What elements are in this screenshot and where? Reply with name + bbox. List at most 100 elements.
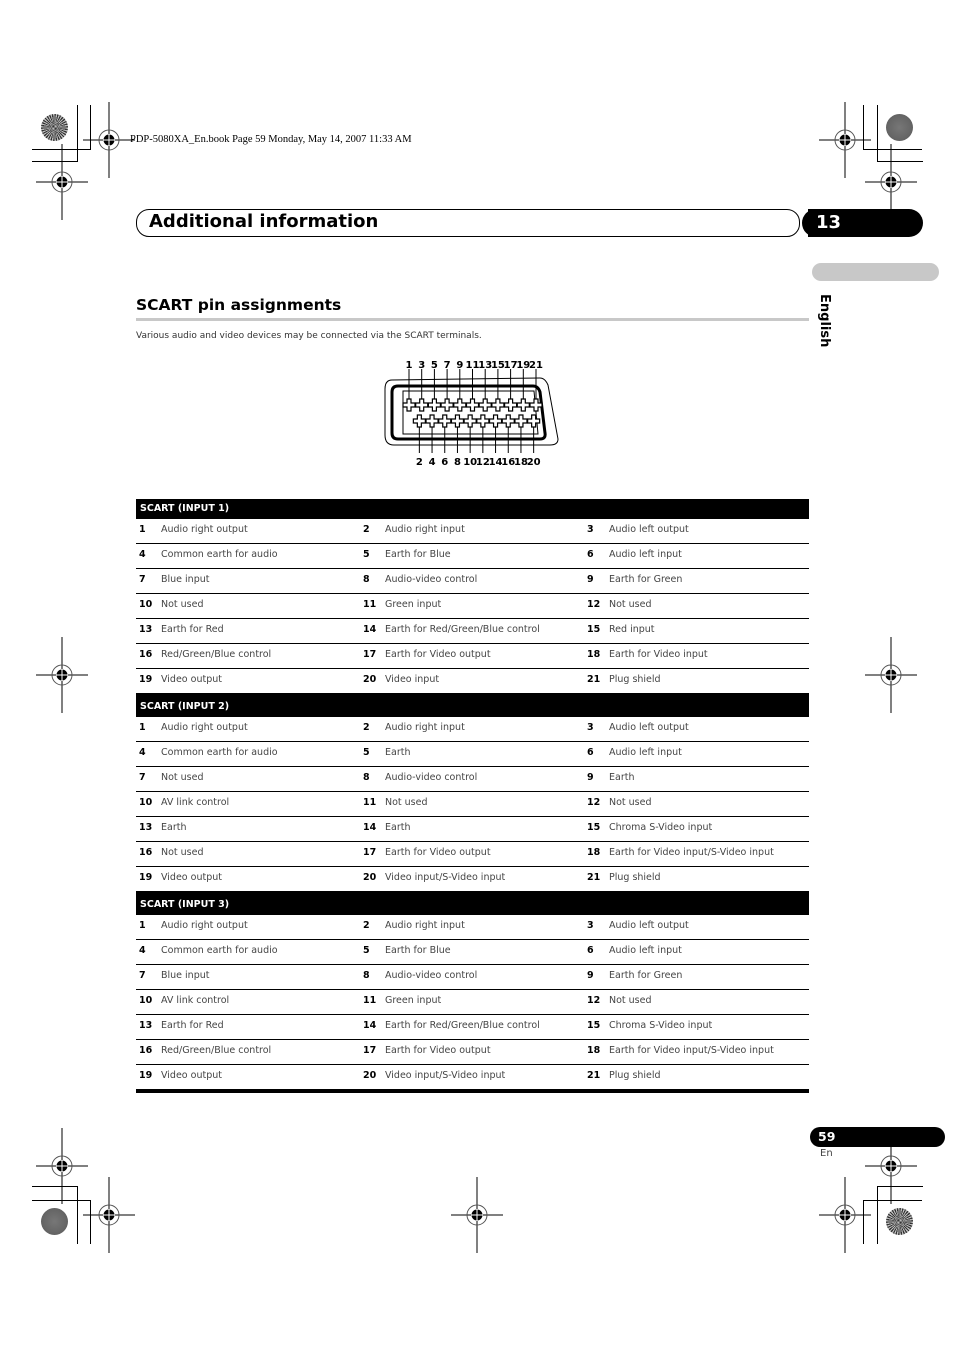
pin-function: Audio left input xyxy=(609,747,682,758)
pin-cell: 20 Video input/S-Video input xyxy=(360,867,505,891)
pin-cell: 10 AV link control xyxy=(136,792,229,816)
pin-cell: 11 Not used xyxy=(360,792,428,816)
pin-number: 19 xyxy=(139,872,153,883)
pin-contact-icon xyxy=(438,414,452,428)
pin-cell: 17 Earth for Video output xyxy=(360,1040,491,1064)
registration-mark-icon xyxy=(450,1176,504,1254)
pin-table: SCART (INPUT 3) 1 Audio right output 2 Audio… xyxy=(136,895,809,1093)
pin-cell: 19 Video output xyxy=(136,1065,222,1089)
pin-function: Green input xyxy=(385,995,442,1006)
page-number-badge: 59 xyxy=(810,1127,945,1147)
language-tab-label: English xyxy=(817,294,832,348)
pin-cell: 3 Audio left output xyxy=(584,915,689,939)
pin-label: 5 xyxy=(431,360,438,371)
pin-cell: 17 Earth for Video output xyxy=(360,644,491,668)
pin-function: Green input xyxy=(385,599,442,610)
pin-label: 21 xyxy=(529,360,543,371)
pin-cell: 1 Audio right output xyxy=(136,915,248,939)
pin-cell: 11 Green input xyxy=(360,594,441,618)
pin-cell: 9 Earth xyxy=(584,767,634,791)
pin-function: Not used xyxy=(385,797,428,808)
pin-function: Audio left output xyxy=(609,524,689,535)
registration-mark-icon xyxy=(818,101,872,179)
pin-contact-icon xyxy=(478,398,492,412)
pin-function: Not used xyxy=(609,599,652,610)
pin-cell: 6 Audio left input xyxy=(584,544,682,568)
pin-function: Earth for Video output xyxy=(385,847,491,858)
pin-number: 6 xyxy=(587,549,594,560)
pin-cell: 14 Earth xyxy=(360,817,410,841)
pin-function: Video input/S-Video input xyxy=(385,1070,506,1081)
table-row: 13 Earth for Red 14 Earth for Red/Green/Blu… xyxy=(136,619,809,644)
language-tab-bar xyxy=(812,263,939,281)
pin-contact-icon xyxy=(427,398,441,412)
pin-cell: 20 Video input xyxy=(360,669,439,693)
pin-cell: 4 Common earth for audio xyxy=(136,742,278,766)
pin-cell: 9 Earth for Green xyxy=(584,965,682,989)
pin-cell: 6 Audio left input xyxy=(584,742,682,766)
pin-cell: 7 Blue input xyxy=(136,569,209,593)
pin-number: 2 xyxy=(363,920,370,931)
pin-contact-icon xyxy=(453,398,467,412)
pin-number: 13 xyxy=(139,822,153,833)
pin-function: AV link control xyxy=(161,797,230,808)
pin-function: Audio left input xyxy=(609,549,682,560)
pin-number: 8 xyxy=(363,970,370,981)
pin-number: 20 xyxy=(363,1070,377,1081)
pin-cell: 14 Earth for Red/Green/Blue control xyxy=(360,619,540,643)
table-row: 16 Red/Green/Blue control 17 Earth for Vide… xyxy=(136,1040,809,1065)
pin-cell: 16 Red/Green/Blue control xyxy=(136,644,271,668)
pin-function: Earth for Red/Green/Blue control xyxy=(385,624,540,635)
pin-cell: 4 Common earth for audio xyxy=(136,940,278,964)
pin-number: 6 xyxy=(587,945,594,956)
pin-function: Common earth for audio xyxy=(161,549,278,560)
pin-function: Earth for Video input/S-Video input xyxy=(609,1045,774,1056)
pin-function: Chroma S-Video input xyxy=(609,1020,713,1031)
pin-contact-icon xyxy=(501,414,515,428)
pin-function: Blue input xyxy=(161,574,210,585)
pin-number: 16 xyxy=(139,847,153,858)
pin-function: Earth xyxy=(609,772,635,783)
pin-number: 8 xyxy=(363,574,370,585)
pin-label: 6 xyxy=(441,457,448,468)
pin-function: Earth for Red xyxy=(161,1020,224,1031)
pin-function: Earth for Video output xyxy=(385,649,491,660)
pin-label: 9 xyxy=(456,360,463,371)
pin-number: 1 xyxy=(139,524,146,535)
pin-contact-icon xyxy=(463,414,477,428)
table-row: 4 Common earth for audio 5 Earth for Blue 6 A… xyxy=(136,940,809,965)
pin-cell: 13 Earth for Red xyxy=(136,619,224,643)
pin-number: 4 xyxy=(139,549,146,560)
table-row: 10 AV link control 11 Not used 12 Not used xyxy=(136,792,809,817)
pin-cell: 8 Audio-video control xyxy=(360,569,477,593)
pin-function: Common earth for audio xyxy=(161,945,278,956)
pin-cell: 21 Plug shield xyxy=(584,867,661,891)
pin-function: Audio left output xyxy=(609,722,689,733)
pin-cell: 6 Audio left input xyxy=(584,940,682,964)
registration-mark-icon xyxy=(35,1127,89,1205)
pin-function: Earth for Red/Green/Blue control xyxy=(385,1020,540,1031)
pin-function: Earth for Video input xyxy=(609,649,708,660)
table-row: 16 Not used 17 Earth for Video output 18 Eart… xyxy=(136,842,809,867)
table-row: 19 Video output 20 Video input/S-Video inpu… xyxy=(136,1065,809,1093)
pin-number: 10 xyxy=(139,995,153,1006)
pin-function: Earth for Blue xyxy=(385,549,451,560)
pin-function: Audio-video control xyxy=(385,574,478,585)
pin-function: Audio right input xyxy=(385,722,465,733)
table-row: 19 Video output 20 Video input/S-Video inpu… xyxy=(136,867,809,895)
pin-cell: 20 Video input/S-Video input xyxy=(360,1065,505,1089)
pin-number: 15 xyxy=(587,1020,601,1031)
pin-number: 5 xyxy=(363,747,370,758)
table-row: 19 Video output 20 Video input 21 Plug shield xyxy=(136,669,809,697)
pin-cell: 18 Earth for Video input/S-Video input xyxy=(584,842,774,866)
pin-cell: 12 Not used xyxy=(584,990,652,1014)
pin-cell: 16 Red/Green/Blue control xyxy=(136,1040,271,1064)
pin-number: 18 xyxy=(587,649,601,660)
pin-function: Audio right output xyxy=(161,524,248,535)
table-row: 1 Audio right output 2 Audio right input 3 Au… xyxy=(136,519,809,544)
pin-function: Video output xyxy=(161,674,222,685)
pin-number: 18 xyxy=(587,1045,601,1056)
pin-cell: 16 Not used xyxy=(136,842,204,866)
pin-number: 21 xyxy=(587,1070,601,1081)
pin-number: 11 xyxy=(363,797,377,808)
